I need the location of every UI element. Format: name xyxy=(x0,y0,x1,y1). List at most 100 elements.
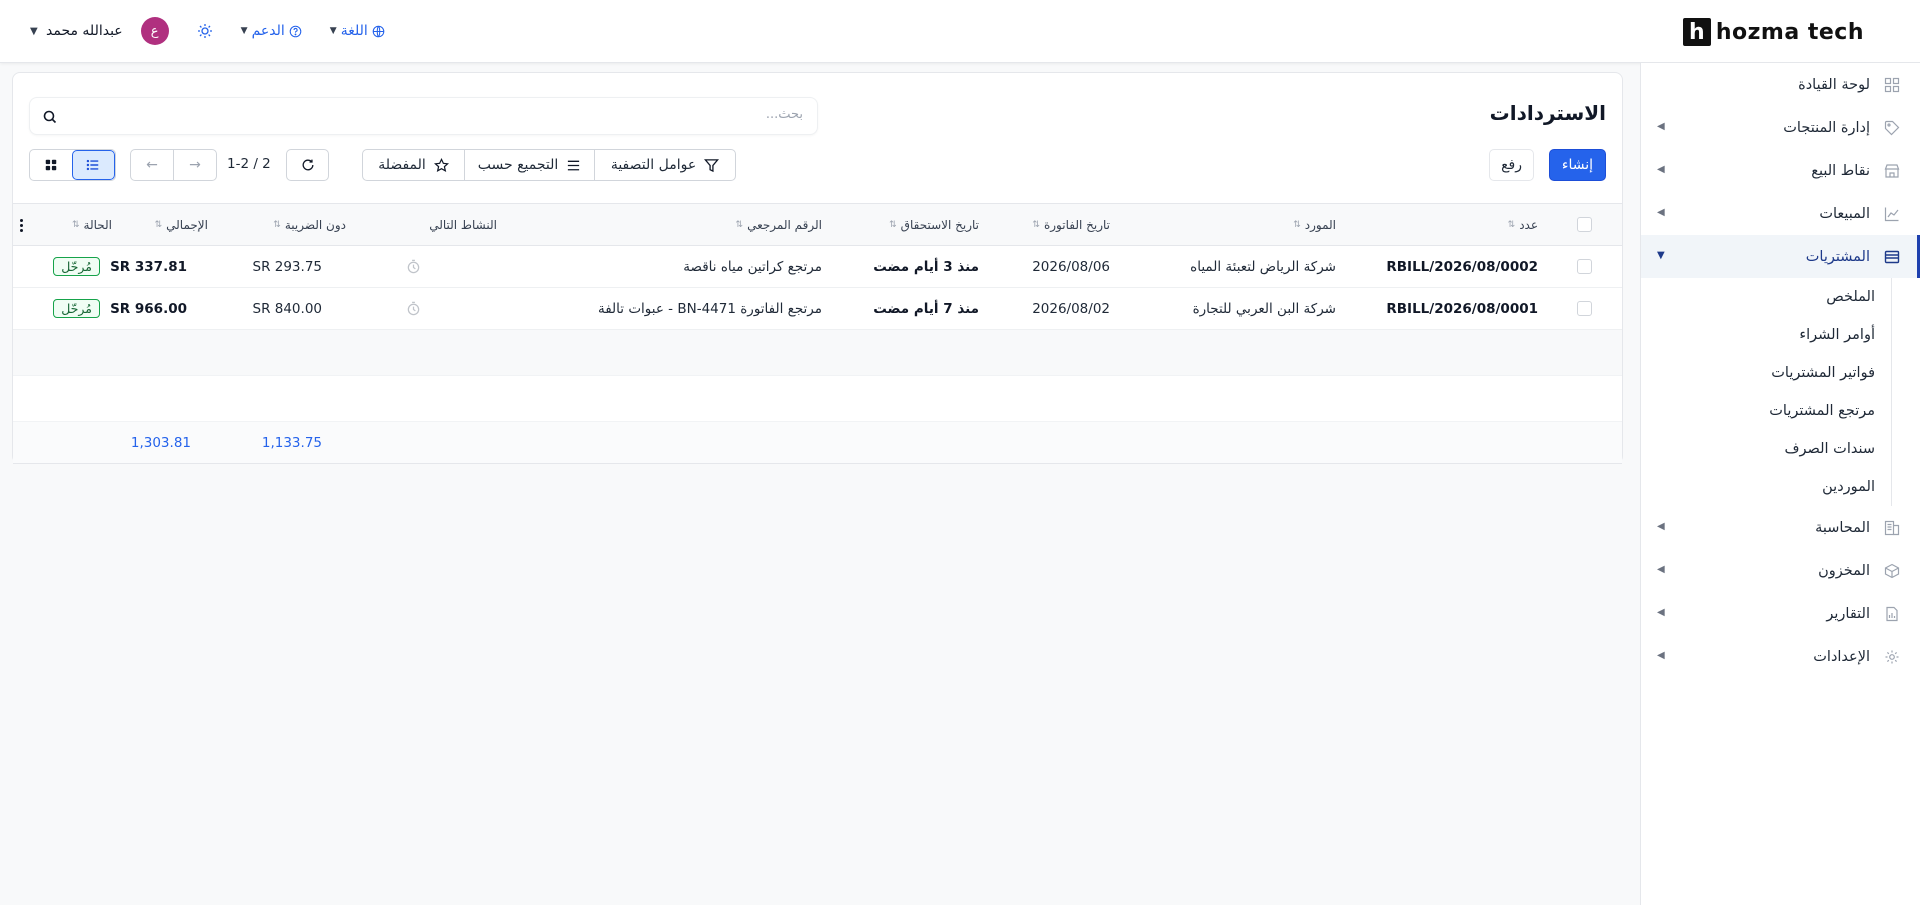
sidebar-item-settings[interactable]: الإعدادات ◀ xyxy=(1641,635,1920,678)
cell-total: SR 337.81 xyxy=(110,258,187,275)
search-input[interactable] xyxy=(70,107,803,122)
user-name[interactable]: عبدالله محمد xyxy=(46,23,123,39)
list-view-button[interactable] xyxy=(71,150,115,180)
dashboard-icon xyxy=(1882,75,1902,95)
refresh-icon xyxy=(302,159,313,171)
filter-icon xyxy=(704,158,720,172)
previous-page-icon[interactable]: ← xyxy=(131,150,173,180)
globe-icon xyxy=(372,25,385,37)
favorites-label: المفضلة xyxy=(378,157,426,173)
row-checkbox[interactable] xyxy=(1577,246,1592,287)
sidebar-item-sales[interactable]: المبيعات ◀ xyxy=(1641,192,1920,235)
expand-caret-icon: ◀ xyxy=(1657,121,1665,132)
list-lines-icon xyxy=(568,160,580,170)
sidebar-item-label: المبيعات xyxy=(1819,205,1870,222)
row-checkbox[interactable] xyxy=(1577,288,1592,329)
wallet-icon xyxy=(1882,247,1902,267)
cell-reference: مرتجع الفاتورة BN-4471 - عبوات تالفة xyxy=(597,300,822,317)
submenu-item-summary[interactable]: الملخص xyxy=(1641,278,1891,316)
cell-number: RBILL/2026/08/0002 xyxy=(1386,258,1538,275)
chevron-down-icon: ▼ xyxy=(329,26,337,36)
column-header-invoice-date[interactable]: تاريخ الفاتورة ⇅ xyxy=(1032,204,1110,245)
refresh-button[interactable] xyxy=(286,149,329,181)
submenu-item-purchase-orders[interactable]: أوامر الشراء xyxy=(1641,316,1891,354)
submenu-item-payment-vouchers[interactable]: سندات الصرف xyxy=(1641,430,1891,468)
sidebar-item-label: المحاسبة xyxy=(1815,519,1870,536)
cell-invoice-date: 2026/08/06 xyxy=(1032,258,1110,275)
column-header-untaxed[interactable]: دون الضريبة ⇅ xyxy=(273,204,346,245)
avatar[interactable]: ع xyxy=(140,17,169,45)
cell-number: RBILL/2026/08/0001 xyxy=(1386,300,1538,317)
top-bar: ▼ عبدالله محمد ع ▼ الدعم ▼ اللغة h hozma… xyxy=(0,0,1920,63)
column-header-status[interactable]: الحالة ⇅ xyxy=(72,204,112,245)
top-bar-actions: ▼ عبدالله محمد ع ▼ الدعم ▼ اللغة xyxy=(30,15,385,47)
favorites-button[interactable]: المفضلة xyxy=(363,150,465,180)
chevron-down-icon: ▼ xyxy=(240,26,248,36)
column-header-reference[interactable]: الرقم المرجعي ⇅ xyxy=(736,204,822,245)
group-by-label: التجميع حسب xyxy=(477,157,559,173)
select-all-checkbox[interactable] xyxy=(1577,204,1592,245)
user-menu-caret-icon[interactable]: ▼ xyxy=(30,26,46,37)
table-totals-row: 1,133.75 1,303.81 xyxy=(13,422,1622,464)
expand-caret-icon: ◀ xyxy=(1657,564,1665,575)
page-title: الاستردادات xyxy=(1489,101,1606,125)
cell-untaxed: SR 293.75 xyxy=(252,258,322,275)
table-row[interactable]: RBILL/2026/08/0001 شركة البن العربي للتج… xyxy=(13,288,1622,330)
kanban-view-button[interactable] xyxy=(30,150,72,180)
language-menu[interactable]: ▼ اللغة xyxy=(330,23,385,39)
submenu-item-purchase-invoices[interactable]: فواتير المشتريات xyxy=(1641,354,1891,392)
brand-logo[interactable]: h hozma tech xyxy=(1682,17,1864,47)
chart-icon xyxy=(1882,204,1902,224)
sidebar-item-pos[interactable]: نقاط البيع ◀ xyxy=(1641,149,1920,192)
cell-untaxed: SR 840.00 xyxy=(252,300,322,317)
column-header-number[interactable]: عدد ⇅ xyxy=(1508,204,1538,245)
next-activity-clock-icon[interactable] xyxy=(406,288,421,329)
search-icon[interactable] xyxy=(42,109,58,125)
sidebar-item-products[interactable]: إدارة المنتجات ◀ xyxy=(1641,106,1920,149)
expand-caret-icon: ◀ xyxy=(1657,650,1665,661)
support-menu[interactable]: ▼ الدعم xyxy=(241,23,302,39)
sidebar-item-dashboard[interactable]: لوحة القيادة xyxy=(1641,63,1920,106)
column-header-vendor[interactable]: المورد ⇅ xyxy=(1293,204,1336,245)
upload-button[interactable]: رفع xyxy=(1489,149,1534,181)
group-by-button[interactable]: التجميع حسب xyxy=(465,150,595,180)
next-activity-clock-icon[interactable] xyxy=(406,246,421,287)
main-panel: الاستردادات إنشاء رفع عوامل التصفية التج… xyxy=(12,72,1623,464)
sidebar-item-accounting[interactable]: المحاسبة ◀ xyxy=(1641,506,1920,549)
grid-icon xyxy=(45,159,56,171)
box-icon xyxy=(1882,561,1902,581)
column-options-kebab-icon[interactable] xyxy=(19,219,23,234)
refunds-table: عدد ⇅ المورد ⇅ تاريخ الفاتورة ⇅ تاريخ الاست… xyxy=(13,203,1622,464)
submenu-item-purchase-returns[interactable]: مرتجع المشتريات xyxy=(1641,392,1891,430)
sidebar-item-label: المخزون xyxy=(1818,562,1870,579)
column-header-next-activity[interactable]: النشاط التالي xyxy=(429,204,497,245)
sidebar: لوحة القيادة إدارة المنتجات ◀ نقاط البيع… xyxy=(1640,63,1920,905)
sidebar-item-inventory[interactable]: المخزون ◀ xyxy=(1641,549,1920,592)
sidebar-item-label: إدارة المنتجات xyxy=(1783,119,1870,136)
next-page-icon[interactable]: → xyxy=(173,150,216,180)
table-row[interactable]: RBILL/2026/08/0002 شركة الرياض لتعبئة ال… xyxy=(13,246,1622,288)
cell-total: SR 966.00 xyxy=(110,300,187,317)
cell-invoice-date: 2026/08/02 xyxy=(1032,300,1110,317)
expand-caret-icon: ◀ xyxy=(1657,607,1665,618)
expand-caret-icon: ◀ xyxy=(1657,164,1665,175)
filters-button[interactable]: عوامل التصفية xyxy=(595,150,735,180)
star-icon xyxy=(433,157,449,172)
column-header-due-date[interactable]: تاريخ الاستحقاق ⇅ xyxy=(889,204,979,245)
status-badge: مُرحّل xyxy=(53,246,100,287)
create-button[interactable]: إنشاء xyxy=(1548,149,1606,181)
search-box[interactable] xyxy=(29,97,818,135)
expand-caret-icon: ◀ xyxy=(1657,207,1665,218)
pager-range[interactable]: 1-2 / 2 xyxy=(227,156,271,172)
sidebar-item-reports[interactable]: التقارير ◀ xyxy=(1641,592,1920,635)
theme-toggle-sun-icon[interactable] xyxy=(197,23,213,39)
sidebar-item-label: لوحة القيادة xyxy=(1798,76,1870,93)
cell-due-date: منذ 7 أيام مضت xyxy=(873,300,979,317)
status-badge: مُرحّل xyxy=(53,288,100,329)
filters-label: عوامل التصفية xyxy=(610,157,697,173)
submenu-item-vendors[interactable]: الموردين xyxy=(1641,468,1891,506)
column-header-total[interactable]: الإجمالي ⇅ xyxy=(155,204,208,245)
tag-icon xyxy=(1882,118,1902,138)
cell-vendor: شركة الرياض لتعبئة المياه xyxy=(1190,258,1336,275)
sidebar-item-purchases[interactable]: المشتريات ▼ xyxy=(1641,235,1920,278)
